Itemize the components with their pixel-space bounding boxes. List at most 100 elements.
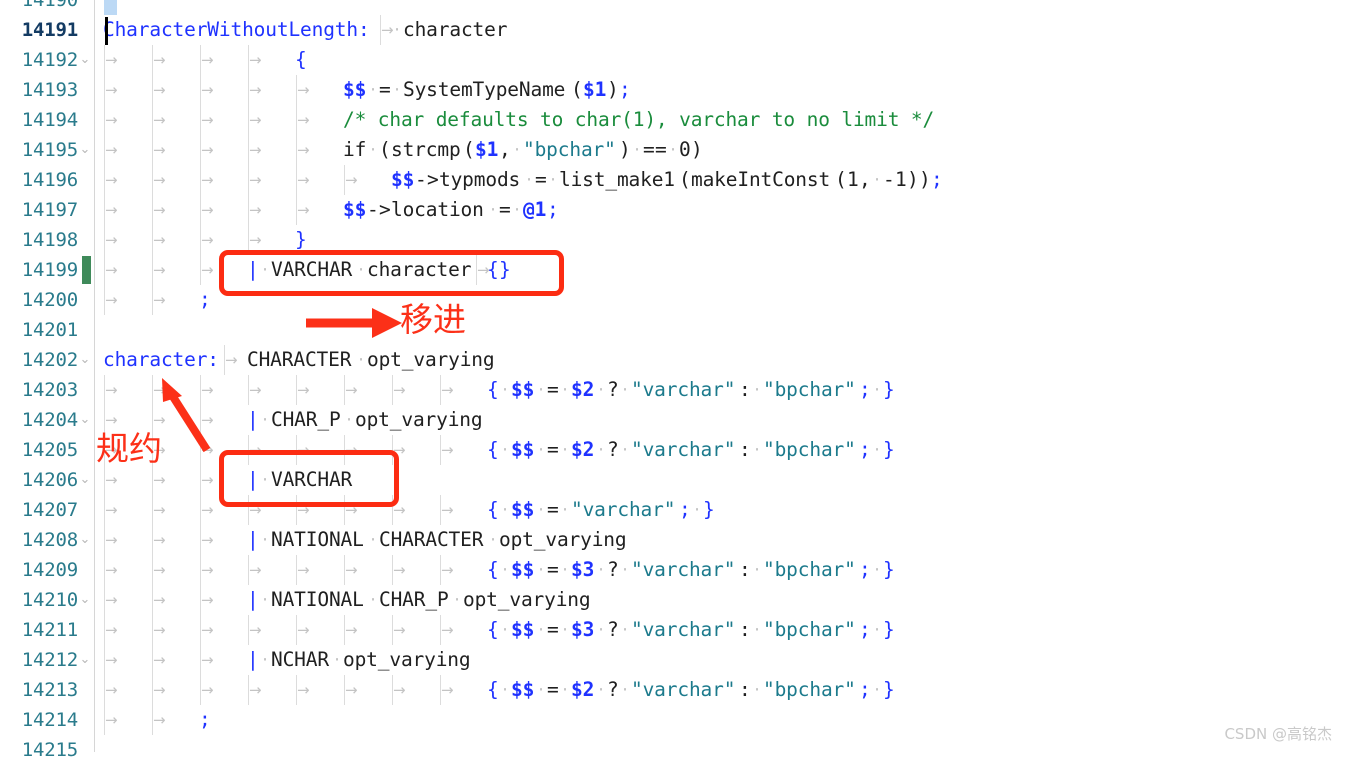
code-token: opt_varying bbox=[367, 348, 495, 371]
code-content-area[interactable]: CharacterWithoutLength: → · character → → → → { →… bbox=[95, 0, 1346, 752]
code-line[interactable]: → → → → { bbox=[95, 45, 1346, 75]
csdn-watermark: CSDN @高铭杰 bbox=[1224, 725, 1332, 743]
code-token: "bpchar" bbox=[763, 678, 856, 701]
code-token: SystemTypeName bbox=[403, 78, 566, 101]
fold-chevron-down-icon[interactable]: ⌄ bbox=[78, 645, 92, 675]
reduce-label: 规约 bbox=[96, 429, 162, 468]
space-dot: · bbox=[598, 679, 604, 701]
space-dot: · bbox=[490, 529, 496, 551]
code-token: : bbox=[739, 438, 751, 461]
code-line[interactable]: → →; bbox=[95, 285, 1346, 315]
code-line[interactable]: → → → → → if ·(strcmp($1, · "bpchar") · = = · 0) bbox=[95, 135, 1346, 165]
tab-arrow-icon: → bbox=[249, 51, 262, 69]
tab-arrow-icon: → bbox=[201, 501, 214, 519]
code-line[interactable]: → → → | · VARCHAR · character →{} bbox=[95, 255, 1346, 285]
space-dot: · bbox=[262, 649, 268, 671]
code-line[interactable]: → → → → → /* char defaults to char(1), varcha… bbox=[95, 105, 1346, 135]
editor-gutter[interactable]: 14190 14191 14192 ⌄ 14193 14194 14195 ⌄ 14196 141… bbox=[0, 0, 95, 761]
code-token: ; bbox=[859, 558, 871, 581]
code-line[interactable]: → → → | · NATIONAL · CHAR_P · opt_varying bbox=[95, 585, 1346, 615]
code-line[interactable]: → → → | · CHAR_P · opt_varying bbox=[95, 405, 1346, 435]
code-editor[interactable]: 14190 14191 14192 ⌄ 14193 14194 14195 ⌄ 14196 141… bbox=[0, 0, 1346, 761]
indent-guide bbox=[248, 375, 249, 405]
space-dot: · bbox=[334, 649, 340, 671]
space-dot: · bbox=[370, 79, 376, 101]
code-token: = bbox=[499, 198, 511, 221]
fold-chevron-down-icon[interactable]: ⌄ bbox=[78, 405, 92, 435]
selection-block bbox=[104, 0, 117, 15]
code-token: = bbox=[547, 558, 559, 581]
fold-chevron-down-icon[interactable]: ⌄ bbox=[78, 525, 92, 555]
code-token: opt_varying bbox=[343, 648, 471, 671]
tab-arrow-icon: → bbox=[345, 561, 358, 579]
tab-arrow-icon: → bbox=[153, 261, 166, 279]
vcs-change-marker[interactable] bbox=[82, 256, 91, 284]
tab-arrow-icon: → bbox=[441, 561, 454, 579]
code-line[interactable]: → → → → → → → →{· $$ · = · $2 ·? · "varchar": · "bpchar";… bbox=[95, 435, 1346, 465]
code-token: "bpchar" bbox=[763, 618, 856, 641]
tab-arrow-icon: → bbox=[201, 471, 214, 489]
fold-chevron-down-icon[interactable]: ⌄ bbox=[78, 135, 92, 165]
line-number: 14209 bbox=[21, 559, 78, 581]
line-number: 14206 bbox=[21, 469, 78, 491]
space-dot: · bbox=[754, 619, 760, 641]
line-number: 14195 bbox=[21, 139, 78, 161]
code-token: $$ bbox=[343, 198, 367, 221]
code-line[interactable]: → → → | · NATIONAL · CHARACTER · opt_varying bbox=[95, 525, 1346, 555]
code-line[interactable] bbox=[95, 315, 1346, 345]
tab-arrow-icon: → bbox=[345, 171, 358, 189]
fold-chevron-down-icon[interactable]: ⌄ bbox=[78, 45, 92, 75]
line-number: 14204 bbox=[21, 409, 78, 431]
code-line[interactable] bbox=[95, 0, 1346, 15]
code-token: > bbox=[379, 198, 391, 221]
code-line[interactable]: character: → CHARACTER · opt_varying bbox=[95, 345, 1346, 375]
fold-chevron-down-icon[interactable]: ⌄ bbox=[78, 345, 92, 375]
tab-arrow-icon: → bbox=[345, 441, 358, 459]
code-token: { bbox=[487, 378, 499, 401]
tab-arrow-icon: → bbox=[249, 681, 262, 699]
code-line[interactable]: → → → →} bbox=[95, 225, 1346, 255]
tab-arrow-icon: → bbox=[393, 681, 406, 699]
space-dot: · bbox=[670, 139, 676, 161]
code-line[interactable] bbox=[95, 735, 1346, 752]
tab-arrow-icon: → bbox=[153, 681, 166, 699]
code-line[interactable]: → → → → → $$ · = · SystemTypeName($1); bbox=[95, 75, 1346, 105]
code-line[interactable]: → → → → → → $$ - > typmods · = · list_make1(makeIntCo… bbox=[95, 165, 1346, 195]
code-token: ( bbox=[571, 78, 583, 101]
code-token: , bbox=[859, 168, 871, 191]
space-dot: · bbox=[754, 559, 760, 581]
code-line[interactable]: → → → → → $$ - > location · = · @1; bbox=[95, 195, 1346, 225]
tab-arrow-icon: → bbox=[249, 561, 262, 579]
code-line[interactable]: → →; bbox=[95, 705, 1346, 735]
code-token: | bbox=[247, 408, 259, 431]
space-dot: · bbox=[454, 589, 460, 611]
tab-arrow-icon: → bbox=[201, 51, 214, 69]
code-line[interactable]: → → → → → → → →{· $$ · = · $3 ·? · "varchar": · "bpchar";… bbox=[95, 615, 1346, 645]
code-line[interactable]: → → → | · VARCHAR bbox=[95, 465, 1346, 495]
tab-arrow-icon: → bbox=[153, 171, 166, 189]
line-number: 14196 bbox=[21, 169, 78, 191]
code-token: "bpchar" bbox=[763, 378, 856, 401]
indent-guide bbox=[200, 45, 201, 285]
indent-guide bbox=[392, 435, 393, 465]
code-line[interactable]: CharacterWithoutLength: → · character bbox=[95, 15, 1346, 45]
code-token: $$ bbox=[391, 168, 415, 191]
code-line[interactable]: → → → → → → → →{· $$ · = · $3 ·? · "varchar": · "bpchar";… bbox=[95, 555, 1346, 585]
code-line[interactable]: → → → → → → → →{· $$ · = · $2 ·? · "varchar": · "bpchar";… bbox=[95, 375, 1346, 405]
indent-guide bbox=[440, 435, 441, 465]
space-dot: · bbox=[370, 529, 376, 551]
space-dot: · bbox=[622, 379, 628, 401]
fold-chevron-down-icon[interactable]: ⌄ bbox=[78, 585, 92, 615]
tab-arrow-icon: → bbox=[249, 111, 262, 129]
code-line[interactable]: → → → | · NCHAR · opt_varying bbox=[95, 645, 1346, 675]
space-dot: · bbox=[502, 379, 508, 401]
code-line[interactable]: → → → → → → → →{· $$ · = · $2 ·? · "varchar": · "bpchar";… bbox=[95, 675, 1346, 705]
tab-arrow-icon: → bbox=[441, 381, 454, 399]
code-line[interactable]: → → → → → → → →{· $$ · = · "varchar"; ·} bbox=[95, 495, 1346, 525]
space-dot: · bbox=[562, 499, 568, 521]
fold-chevron-down-icon[interactable]: ⌄ bbox=[78, 465, 92, 495]
code-token: | bbox=[247, 648, 259, 671]
code-token: } bbox=[883, 558, 895, 581]
space-dot: · bbox=[526, 169, 532, 191]
tab-arrow-icon: → bbox=[201, 111, 214, 129]
